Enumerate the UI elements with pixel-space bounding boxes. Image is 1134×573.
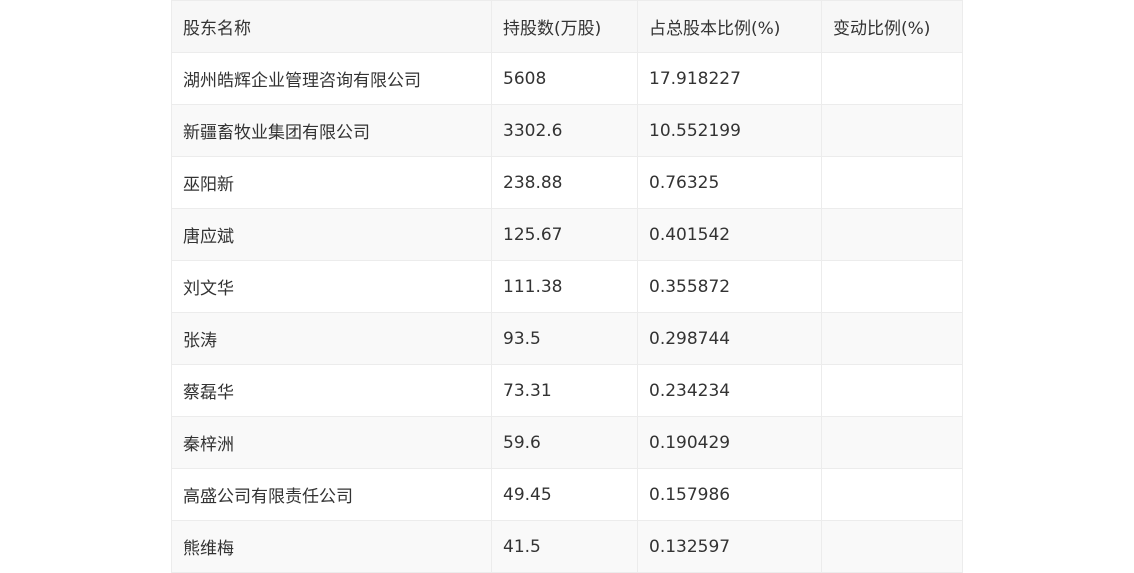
cell-share-ratio: 17.918227: [637, 52, 822, 105]
cell-change-ratio: [821, 156, 963, 209]
table-row: 秦梓洲 59.6 0.190429: [171, 416, 963, 469]
cell-change-ratio: [821, 416, 963, 469]
cell-shareholder-name: 高盛公司有限责任公司: [171, 468, 492, 521]
cell-shareholder-name: 刘文华: [171, 260, 492, 313]
cell-shares-held: 3302.6: [491, 104, 638, 157]
table-row: 熊维梅 41.5 0.132597: [171, 520, 963, 573]
cell-share-ratio: 0.190429: [637, 416, 822, 469]
cell-change-ratio: [821, 520, 963, 573]
header-row: 股东名称 持股数(万股) 占总股本比例(%) 变动比例(%): [171, 0, 963, 53]
header-change-ratio: 变动比例(%): [821, 0, 963, 53]
cell-share-ratio: 0.355872: [637, 260, 822, 313]
cell-shareholder-name: 秦梓洲: [171, 416, 492, 469]
header-shareholder-name: 股东名称: [171, 0, 492, 53]
cell-shares-held: 5608: [491, 52, 638, 105]
cell-share-ratio: 0.76325: [637, 156, 822, 209]
header-share-ratio: 占总股本比例(%): [637, 0, 822, 53]
table-row: 新疆畜牧业集团有限公司 3302.6 10.552199: [171, 104, 963, 157]
table-header: 股东名称 持股数(万股) 占总股本比例(%) 变动比例(%): [171, 0, 963, 53]
cell-change-ratio: [821, 312, 963, 365]
header-shares-held: 持股数(万股): [491, 0, 638, 53]
cell-shares-held: 125.67: [491, 208, 638, 261]
cell-change-ratio: [821, 104, 963, 157]
table-row: 湖州皓辉企业管理咨询有限公司 5608 17.918227: [171, 52, 963, 105]
cell-share-ratio: 0.298744: [637, 312, 822, 365]
cell-shares-held: 93.5: [491, 312, 638, 365]
cell-shares-held: 111.38: [491, 260, 638, 313]
table-row: 唐应斌 125.67 0.401542: [171, 208, 963, 261]
cell-share-ratio: 0.401542: [637, 208, 822, 261]
shareholder-table-container: 股东名称 持股数(万股) 占总股本比例(%) 变动比例(%) 湖州皓辉企业管理咨…: [171, 0, 963, 573]
cell-share-ratio: 0.157986: [637, 468, 822, 521]
cell-change-ratio: [821, 468, 963, 521]
shareholder-table: 股东名称 持股数(万股) 占总股本比例(%) 变动比例(%) 湖州皓辉企业管理咨…: [171, 0, 963, 573]
cell-change-ratio: [821, 364, 963, 417]
table-row: 高盛公司有限责任公司 49.45 0.157986: [171, 468, 963, 521]
table-row: 张涛 93.5 0.298744: [171, 312, 963, 365]
cell-shares-held: 41.5: [491, 520, 638, 573]
cell-change-ratio: [821, 260, 963, 313]
cell-share-ratio: 0.132597: [637, 520, 822, 573]
cell-shares-held: 49.45: [491, 468, 638, 521]
cell-change-ratio: [821, 52, 963, 105]
cell-shareholder-name: 熊维梅: [171, 520, 492, 573]
cell-share-ratio: 0.234234: [637, 364, 822, 417]
cell-shares-held: 238.88: [491, 156, 638, 209]
cell-change-ratio: [821, 208, 963, 261]
cell-share-ratio: 10.552199: [637, 104, 822, 157]
cell-shareholder-name: 湖州皓辉企业管理咨询有限公司: [171, 52, 492, 105]
cell-shareholder-name: 张涛: [171, 312, 492, 365]
cell-shares-held: 59.6: [491, 416, 638, 469]
table-body: 湖州皓辉企业管理咨询有限公司 5608 17.918227 新疆畜牧业集团有限公…: [171, 52, 963, 573]
cell-shareholder-name: 巫阳新: [171, 156, 492, 209]
cell-shares-held: 73.31: [491, 364, 638, 417]
table-row: 蔡磊华 73.31 0.234234: [171, 364, 963, 417]
cell-shareholder-name: 唐应斌: [171, 208, 492, 261]
cell-shareholder-name: 蔡磊华: [171, 364, 492, 417]
cell-shareholder-name: 新疆畜牧业集团有限公司: [171, 104, 492, 157]
table-row: 刘文华 111.38 0.355872: [171, 260, 963, 313]
table-row: 巫阳新 238.88 0.76325: [171, 156, 963, 209]
